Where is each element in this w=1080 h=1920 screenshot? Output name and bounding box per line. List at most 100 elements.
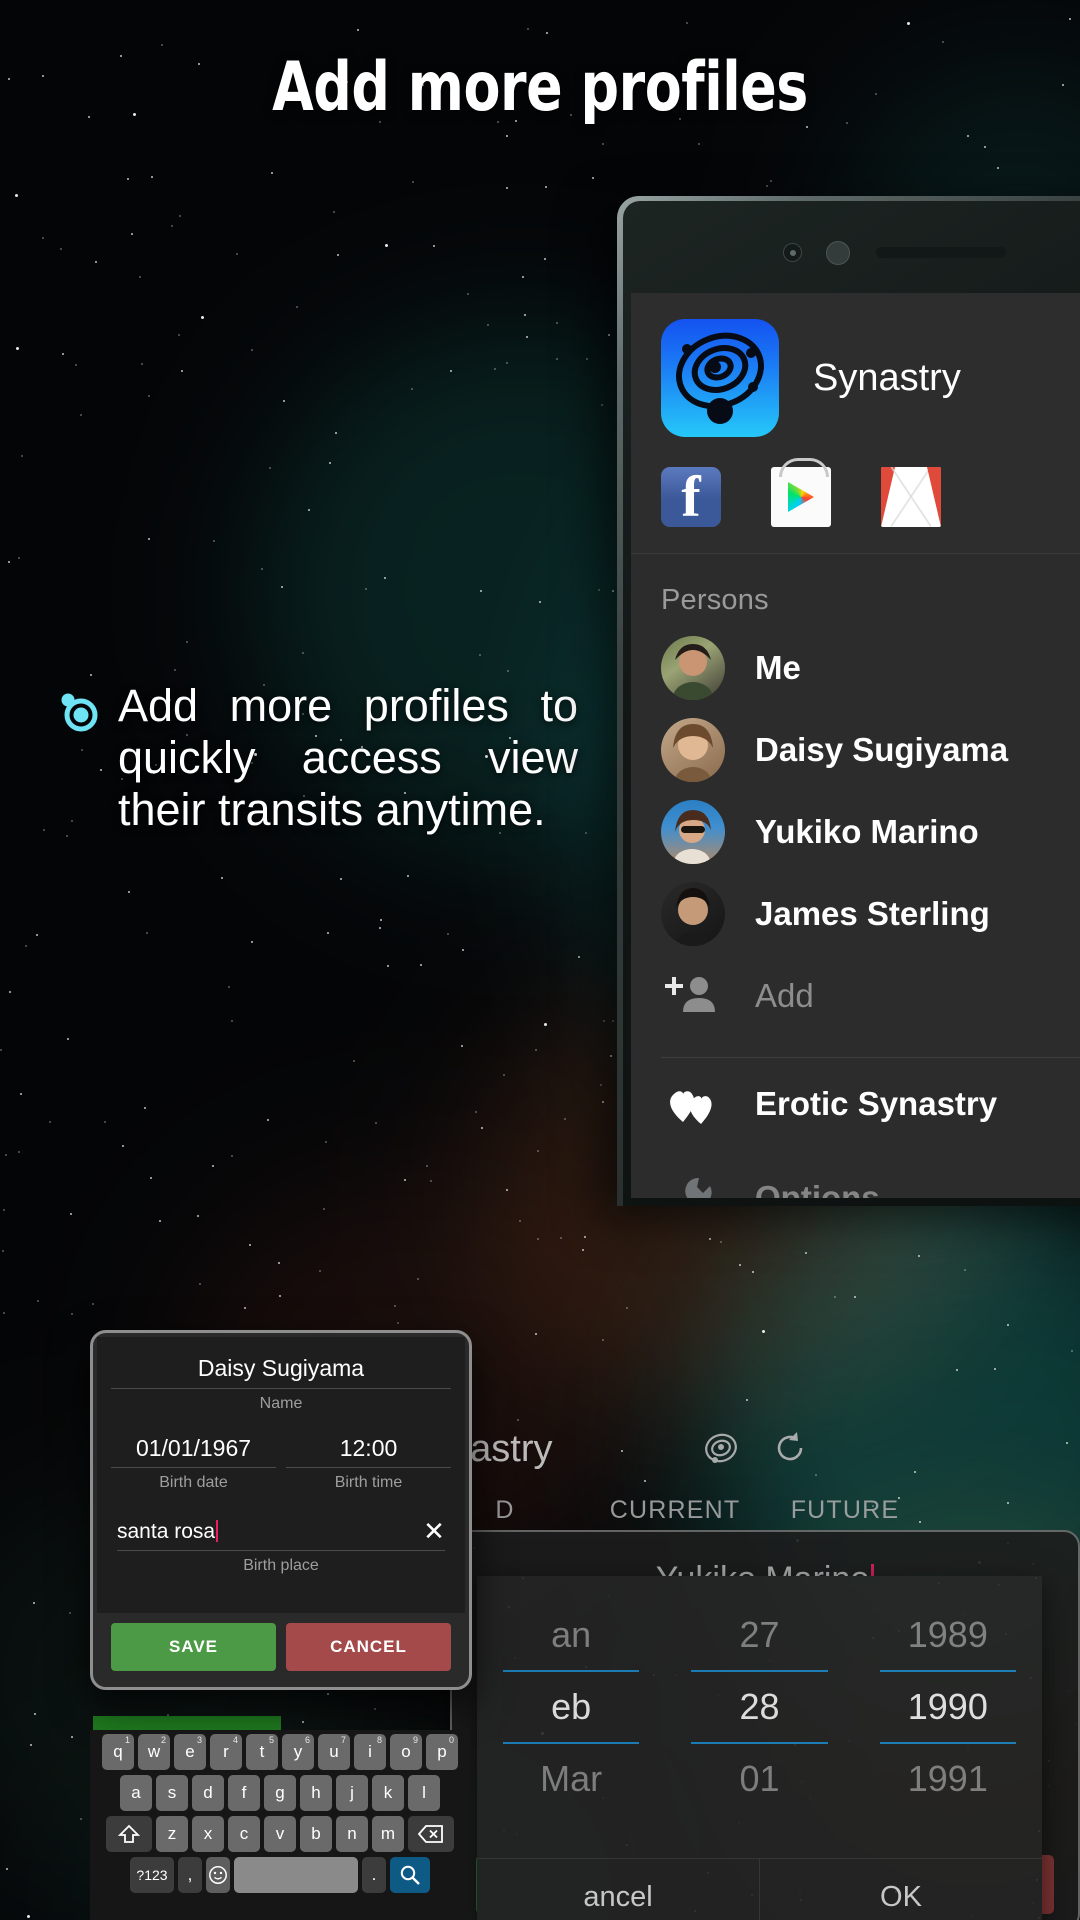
key-x[interactable]: x — [192, 1816, 224, 1852]
key-v[interactable]: v — [264, 1816, 296, 1852]
backspace-icon[interactable] — [408, 1816, 454, 1852]
star — [379, 927, 382, 930]
cancel-button[interactable]: CANCEL — [286, 1623, 451, 1671]
key-m[interactable]: m — [372, 1816, 404, 1852]
person-row-me[interactable]: Me — [631, 627, 1080, 709]
key-q[interactable]: q1 — [102, 1734, 134, 1770]
star — [18, 556, 21, 559]
menu-item-erotic-synastry[interactable]: Erotic Synastry — [631, 1058, 1080, 1150]
facebook-icon[interactable] — [661, 463, 721, 530]
app-name: Synastry — [813, 356, 961, 399]
star — [271, 172, 274, 175]
star — [697, 142, 700, 145]
orbit-chart-icon[interactable] — [700, 1428, 742, 1475]
date-picker-cancel-button[interactable]: ancel — [477, 1859, 759, 1920]
year-selected[interactable]: 1990 — [854, 1672, 1042, 1742]
emoji-icon[interactable] — [206, 1857, 230, 1893]
key-c[interactable]: c — [228, 1816, 260, 1852]
date-picker-columns: an eb Mar 27 28 01 1989 1990 1991 — [477, 1576, 1042, 1814]
refresh-icon[interactable] — [770, 1428, 810, 1473]
person-row-james[interactable]: James Sterling — [631, 873, 1080, 955]
star — [332, 211, 335, 214]
symbols-key[interactable]: ?123 — [130, 1857, 174, 1893]
person-name: Yukiko Marino — [755, 813, 979, 850]
key-p[interactable]: p0 — [426, 1734, 458, 1770]
tab-future[interactable]: FUTURE — [760, 1496, 930, 1525]
star — [420, 963, 423, 966]
key-h[interactable]: h — [300, 1775, 332, 1811]
add-person-row[interactable]: Add — [631, 955, 1080, 1037]
date-picker-day-column[interactable]: 27 28 01 — [665, 1600, 853, 1814]
key-s[interactable]: s — [156, 1775, 188, 1811]
star — [1070, 1349, 1073, 1352]
key-j[interactable]: j — [336, 1775, 368, 1811]
key-u[interactable]: u7 — [318, 1734, 350, 1770]
add-person-label: Add — [755, 977, 814, 1014]
key-w[interactable]: w2 — [138, 1734, 170, 1770]
menu-item-options[interactable]: Options — [631, 1150, 1080, 1198]
period-key[interactable]: . — [362, 1857, 386, 1893]
key-t[interactable]: t5 — [246, 1734, 278, 1770]
star — [161, 43, 164, 46]
day-prev[interactable]: 27 — [665, 1600, 853, 1670]
star — [127, 890, 130, 893]
star — [336, 254, 339, 257]
key-n[interactable]: n — [336, 1816, 368, 1852]
person-row-daisy[interactable]: Daisy Sugiyama — [631, 709, 1080, 791]
star — [375, 1121, 378, 1124]
key-o[interactable]: o9 — [390, 1734, 422, 1770]
month-selected[interactable]: eb — [477, 1672, 665, 1742]
star — [2, 1209, 5, 1212]
year-next[interactable]: 1991 — [854, 1744, 1042, 1814]
date-picker-month-column[interactable]: an eb Mar — [477, 1600, 665, 1814]
two-hearts-icon — [661, 1082, 725, 1126]
month-next[interactable]: Mar — [477, 1744, 665, 1814]
dialog-body: Daisy Sugiyama Name 01/01/1967 Birth dat… — [97, 1337, 465, 1613]
key-a[interactable]: a — [120, 1775, 152, 1811]
star — [996, 166, 999, 169]
birth-place-input[interactable]: santa rosa — [111, 1519, 417, 1549]
key-k[interactable]: k — [372, 1775, 404, 1811]
star — [461, 948, 464, 951]
key-g[interactable]: g — [264, 1775, 296, 1811]
shift-icon[interactable] — [106, 1816, 152, 1852]
key-b[interactable]: b — [300, 1816, 332, 1852]
star — [543, 258, 546, 261]
birth-time-field[interactable]: 12:00 — [286, 1435, 451, 1467]
key-i[interactable]: i8 — [354, 1734, 386, 1770]
key-e[interactable]: e3 — [174, 1734, 206, 1770]
date-picker-ok-button[interactable]: OK — [759, 1859, 1042, 1920]
comma-key[interactable]: , — [178, 1857, 202, 1893]
key-d[interactable]: d — [192, 1775, 224, 1811]
name-field[interactable]: Daisy Sugiyama — [111, 1355, 451, 1388]
key-y[interactable]: y6 — [282, 1734, 314, 1770]
year-prev[interactable]: 1989 — [854, 1600, 1042, 1670]
tab-current[interactable]: CURRENT — [590, 1496, 760, 1525]
space-key[interactable] — [234, 1857, 358, 1893]
star — [429, 1180, 432, 1183]
person-name: Daisy Sugiyama — [755, 731, 1009, 768]
star — [591, 176, 594, 179]
key-l[interactable]: l — [408, 1775, 440, 1811]
month-prev[interactable]: an — [477, 1600, 665, 1670]
day-next[interactable]: 01 — [665, 1744, 853, 1814]
person-row-yukiko[interactable]: Yukiko Marino — [631, 791, 1080, 873]
google-play-icon[interactable] — [771, 458, 831, 527]
key-z[interactable]: z — [156, 1816, 188, 1852]
date-picker-year-column[interactable]: 1989 1990 1991 — [854, 1600, 1042, 1814]
key-r[interactable]: r4 — [210, 1734, 242, 1770]
search-icon[interactable] — [390, 1857, 430, 1893]
star — [75, 364, 78, 367]
star — [386, 965, 389, 968]
gmail-icon[interactable] — [881, 467, 941, 527]
star — [33, 1712, 36, 1715]
birth-date-field[interactable]: 01/01/1967 — [111, 1435, 276, 1467]
key-f[interactable]: f — [228, 1775, 260, 1811]
star — [60, 248, 63, 251]
star — [25, 945, 28, 948]
save-button[interactable]: SAVE — [111, 1623, 276, 1671]
close-icon[interactable]: ✕ — [417, 1518, 451, 1550]
day-selected[interactable]: 28 — [665, 1672, 853, 1742]
key-superscript: 0 — [448, 1735, 454, 1745]
birth-place-label: Birth place — [243, 1557, 319, 1574]
